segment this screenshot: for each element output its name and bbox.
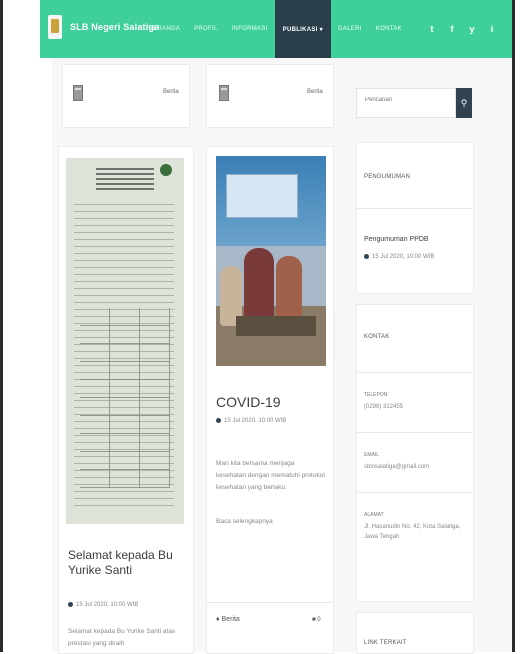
article-tag[interactable]: ♦ Berita <box>216 616 240 623</box>
article-image-photo[interactable] <box>216 156 326 366</box>
announcement-title[interactable]: Pengumuman PPDB <box>364 236 429 243</box>
widget-divider <box>356 432 472 433</box>
nav-item-kontak[interactable]: KONTAK <box>369 0 409 58</box>
school-logo-icon <box>48 15 62 39</box>
contact-phone-label: TELEPON <box>364 392 388 398</box>
announcement-date-text: 15 Jul 2020, 10:00 WIB <box>372 254 435 261</box>
comment-count-value: 0 <box>317 617 321 623</box>
search-box[interactable] <box>356 88 456 118</box>
contact-address-value: Jl. Hasanudin No. 42, Kota Salatiga, Jaw… <box>364 524 461 540</box>
widget-divider <box>356 372 472 373</box>
post-category: Berita <box>163 89 179 95</box>
social-links: t f y i <box>428 0 496 58</box>
article-excerpt: Mari kita bersama menjaga kesehatan deng… <box>216 460 325 491</box>
document-icon <box>219 85 229 101</box>
article-excerpt: Selamat kepada Bu Yurike Santi atas pres… <box>68 628 176 647</box>
post-category: Berita <box>307 89 323 95</box>
article-image-scanned-letter[interactable] <box>66 158 184 524</box>
article-date-text: 15 Jul 2020, 10:00 WIB <box>76 602 139 609</box>
window-frame-right <box>512 0 515 652</box>
photo-banner <box>226 174 298 218</box>
page: SLB Negeri Salatiga BERANDA PROFIL INFOR… <box>0 0 529 654</box>
nav-item-profil[interactable]: PROFIL <box>187 0 224 58</box>
top-navbar: SLB Negeri Salatiga BERANDA PROFIL INFOR… <box>40 0 512 58</box>
article-title[interactable]: Selamat kepada Bu Yurike Santi <box>68 548 188 578</box>
announcement-date: 15 Jul 2020, 10:00 WIB <box>364 254 434 260</box>
clock-icon <box>364 254 369 259</box>
article-tag-text: Berita <box>221 616 240 623</box>
clock-icon <box>216 418 221 423</box>
links-widget <box>356 612 474 654</box>
search-button[interactable]: ⚲ <box>456 88 472 118</box>
contact-address-label: ALAMAT <box>364 512 384 518</box>
contact-email-value[interactable]: slbnsalatiga@gmail.com <box>364 462 464 472</box>
widget-divider <box>356 492 472 493</box>
widget-heading: KONTAK <box>364 334 390 340</box>
contact-email-label: EMAIL <box>364 452 380 458</box>
nav-item-publikasi[interactable]: PUBLIKASI ▾ <box>274 0 331 58</box>
document-icon <box>73 85 83 101</box>
card-divider <box>206 602 332 603</box>
widget-heading: LINK TERKAIT <box>364 640 407 646</box>
nav-item-beranda[interactable]: BERANDA <box>142 0 187 58</box>
facebook-icon[interactable]: f <box>448 24 456 34</box>
post-card-small[interactable]: Berita <box>62 64 190 128</box>
contact-phone-value: (0298) 312455 <box>364 404 404 410</box>
read-more-link[interactable]: Baca selengkapnya <box>216 516 273 528</box>
clock-icon <box>68 602 73 607</box>
article-date: 15 Jul 2020, 10:00 WIB <box>216 418 286 424</box>
nav-item-informasi[interactable]: INFORMASI <box>225 0 275 58</box>
article-date-text: 15 Jul 2020, 10:00 WIB <box>224 418 287 425</box>
search-icon: ⚲ <box>460 97 468 108</box>
comment-count[interactable]: ■ 0 <box>312 617 321 623</box>
article-date: 15 Jul 2020, 10:00 WIB <box>68 602 138 608</box>
main-nav: BERANDA PROFIL INFORMASI PUBLIKASI ▾ GAL… <box>142 0 409 58</box>
photo-table <box>236 316 316 336</box>
letterhead-logo-icon <box>160 164 172 176</box>
post-card-small[interactable]: Berita <box>206 64 334 128</box>
article-title[interactable]: COVID-19 <box>216 394 281 410</box>
instagram-icon[interactable]: i <box>488 24 496 34</box>
twitter-icon[interactable]: t <box>428 24 436 34</box>
letter-table <box>80 308 170 488</box>
nav-item-galeri[interactable]: GALERI <box>331 0 369 58</box>
window-frame-left <box>0 0 3 652</box>
search-input[interactable] <box>365 97 445 103</box>
widget-heading: PENGUMUMAN <box>364 174 411 180</box>
announcement-widget <box>356 142 474 294</box>
youtube-icon[interactable]: y <box>468 24 476 34</box>
widget-divider <box>356 208 472 209</box>
letterhead-text-lines <box>96 168 154 192</box>
